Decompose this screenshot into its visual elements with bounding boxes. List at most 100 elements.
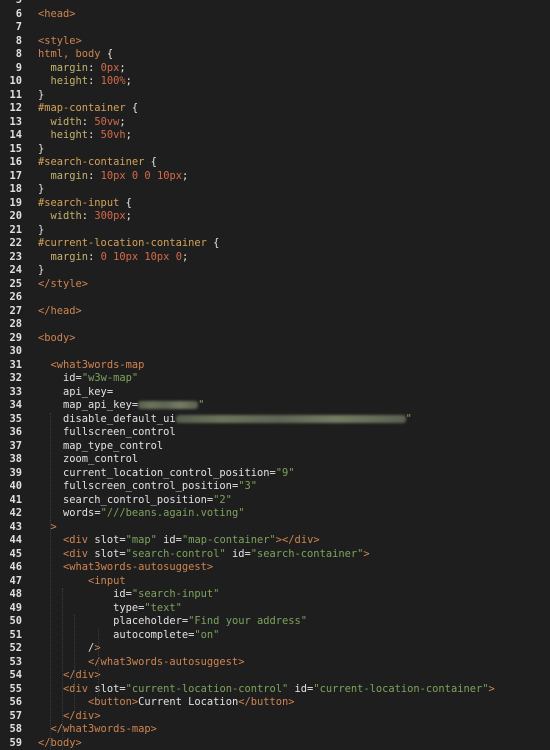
indent-guide bbox=[98, 628, 99, 696]
code-text: } bbox=[38, 88, 45, 101]
line-number: 51 bbox=[9, 628, 22, 641]
code-line[interactable]: 33 api_key= bbox=[0, 386, 550, 400]
line-number: 9 bbox=[15, 61, 22, 74]
code-line[interactable]: 27 </head> bbox=[0, 305, 550, 319]
code-line[interactable]: 9 margin: 0px; bbox=[0, 62, 550, 76]
code-text: height: 50vh; bbox=[50, 129, 132, 141]
code-line[interactable]: 40 fullscreen_control_position="3" bbox=[0, 480, 550, 494]
code-text: </head> bbox=[38, 304, 82, 317]
code-text: /> bbox=[38, 642, 101, 654]
indent-guide bbox=[62, 588, 63, 750]
code-text: map_api_key= " bbox=[38, 399, 205, 411]
code-line[interactable]: 23 margin: 0 10px 10px 0; bbox=[0, 251, 550, 265]
code-line[interactable]: 8 <style> bbox=[0, 35, 550, 49]
code-line[interactable]: 59 </body> bbox=[0, 737, 550, 750]
code-text: autocomplete="on" bbox=[38, 628, 220, 641]
code-line[interactable]: 41 search_control_position="2" bbox=[0, 494, 550, 508]
code-line[interactable]: 21} bbox=[0, 224, 550, 238]
line-number: 11 bbox=[9, 88, 22, 101]
code-editor[interactable]: 5 6 <head> 7 8 <style> 8 html, body { 9 margin: … bbox=[0, 0, 550, 750]
line-number: 35 bbox=[9, 412, 22, 425]
code-line[interactable]: 44 <div slot="map" id="map-container"></… bbox=[0, 534, 550, 548]
code-line[interactable]: 47 <input bbox=[0, 575, 550, 589]
code-text: } bbox=[38, 142, 45, 155]
indent-guide bbox=[74, 615, 75, 710]
line-number: 41 bbox=[9, 493, 22, 506]
code-line[interactable]: 22 #current-location-container { bbox=[0, 237, 550, 251]
code-line[interactable]: 35 disable_default_ui " bbox=[0, 413, 550, 427]
code-line[interactable]: 5 bbox=[0, 0, 550, 8]
line-number: 28 bbox=[9, 318, 22, 330]
code-text: #search-input { bbox=[38, 196, 132, 209]
code-line[interactable]: 13 width: 50vw; bbox=[0, 116, 550, 130]
code-line[interactable]: 29 <body> bbox=[0, 332, 550, 346]
code-line[interactable]: 14 height: 50vh; bbox=[0, 129, 550, 143]
line-number: 53 bbox=[9, 655, 22, 668]
code-text: #map-container { bbox=[38, 102, 139, 114]
code-line[interactable]: 19 #search-input { bbox=[0, 197, 550, 211]
code-line[interactable]: 25 </style> bbox=[0, 278, 550, 292]
line-number: 44 bbox=[9, 534, 22, 546]
code-line[interactable]: 36 fullscreen_control bbox=[0, 426, 550, 440]
code-line[interactable]: 7 bbox=[0, 21, 550, 35]
code-text: id="w3w-map" bbox=[38, 372, 139, 384]
code-line[interactable]: 12 #map-container { bbox=[0, 102, 550, 116]
code-line[interactable]: 10 height: 100%; bbox=[0, 75, 550, 89]
code-line[interactable]: 34 map_api_key= " bbox=[0, 399, 550, 413]
code-line[interactable]: 6 <head> bbox=[0, 8, 550, 22]
line-number: 42 bbox=[9, 507, 22, 519]
code-text: margin: 0px; bbox=[50, 61, 126, 74]
indent-guide bbox=[50, 412, 51, 750]
code-line[interactable]: 52 /> bbox=[0, 642, 550, 656]
line-number: 58 bbox=[9, 723, 22, 735]
code-line[interactable]: 49 type="text" bbox=[0, 602, 550, 616]
code-line[interactable]: 30 bbox=[0, 345, 550, 359]
line-number: 47 bbox=[9, 574, 22, 587]
code-line[interactable]: 38 zoom_control bbox=[0, 453, 550, 467]
line-number: 54 bbox=[9, 669, 22, 681]
code-line[interactable]: 45 <div slot="search-control" id="search… bbox=[0, 548, 550, 562]
code-text: #current-location-container { bbox=[38, 237, 220, 249]
line-number: 49 bbox=[9, 601, 22, 614]
code-text: html, body { bbox=[38, 48, 114, 60]
line-number: 19 bbox=[9, 196, 22, 209]
code-line[interactable]: 20 width: 300px; bbox=[0, 210, 550, 224]
code-line[interactable]: 53 </what3words-autosuggest> bbox=[0, 656, 550, 670]
code-line[interactable]: 28 bbox=[0, 318, 550, 332]
line-number: 5 bbox=[15, 0, 22, 6]
code-text: <div slot="search-control" id="search-co… bbox=[63, 547, 370, 560]
redacted-key bbox=[138, 401, 199, 409]
code-line[interactable]: 56 <button>Current Location</button> bbox=[0, 696, 550, 710]
code-line[interactable]: 8 html, body { bbox=[0, 48, 550, 62]
line-number: 29 bbox=[9, 331, 22, 344]
code-line[interactable]: 39 current_location_control_position="9" bbox=[0, 467, 550, 481]
code-line[interactable]: 11} bbox=[0, 89, 550, 103]
code-line[interactable]: 24} bbox=[0, 264, 550, 278]
line-number: 21 bbox=[9, 223, 22, 236]
code-line[interactable]: 26 bbox=[0, 291, 550, 305]
code-line[interactable]: 46 <what3words-autosuggest> bbox=[0, 561, 550, 575]
line-number: 7 bbox=[15, 21, 22, 33]
code-line[interactable]: 16 #search-container { bbox=[0, 156, 550, 170]
code-line[interactable]: 37 map_type_control bbox=[0, 440, 550, 454]
code-line[interactable]: 50 placeholder="Find your address" bbox=[0, 615, 550, 629]
code-line[interactable]: 43 > bbox=[0, 521, 550, 535]
code-line[interactable]: 17 margin: 10px 0 0 10px; bbox=[0, 170, 550, 184]
code-line[interactable]: 32 id="w3w-map" bbox=[0, 372, 550, 386]
code-line[interactable]: 54 </div> bbox=[0, 669, 550, 683]
code-line[interactable]: 55 <div slot="current-location-control" … bbox=[0, 683, 550, 697]
code-line[interactable]: 18} bbox=[0, 183, 550, 197]
code-text: api_key= bbox=[38, 385, 114, 398]
code-line[interactable]: 42 words="///beans.again.voting" bbox=[0, 507, 550, 521]
code-line[interactable]: 58 </what3words-map> bbox=[0, 723, 550, 737]
line-number: 8 bbox=[15, 48, 22, 60]
code-line[interactable]: 15} bbox=[0, 143, 550, 157]
code-line[interactable]: 31 <what3words-map bbox=[0, 359, 550, 373]
code-line[interactable]: 57 </div> bbox=[0, 710, 550, 724]
code-text: </div> bbox=[63, 669, 101, 681]
code-text: </div> bbox=[63, 709, 101, 722]
code-text: <what3words-map bbox=[50, 358, 145, 371]
code-text: id="search-input" bbox=[38, 588, 220, 600]
code-line[interactable]: 48 id="search-input" bbox=[0, 588, 550, 602]
code-line[interactable]: 51 autocomplete="on" bbox=[0, 629, 550, 643]
